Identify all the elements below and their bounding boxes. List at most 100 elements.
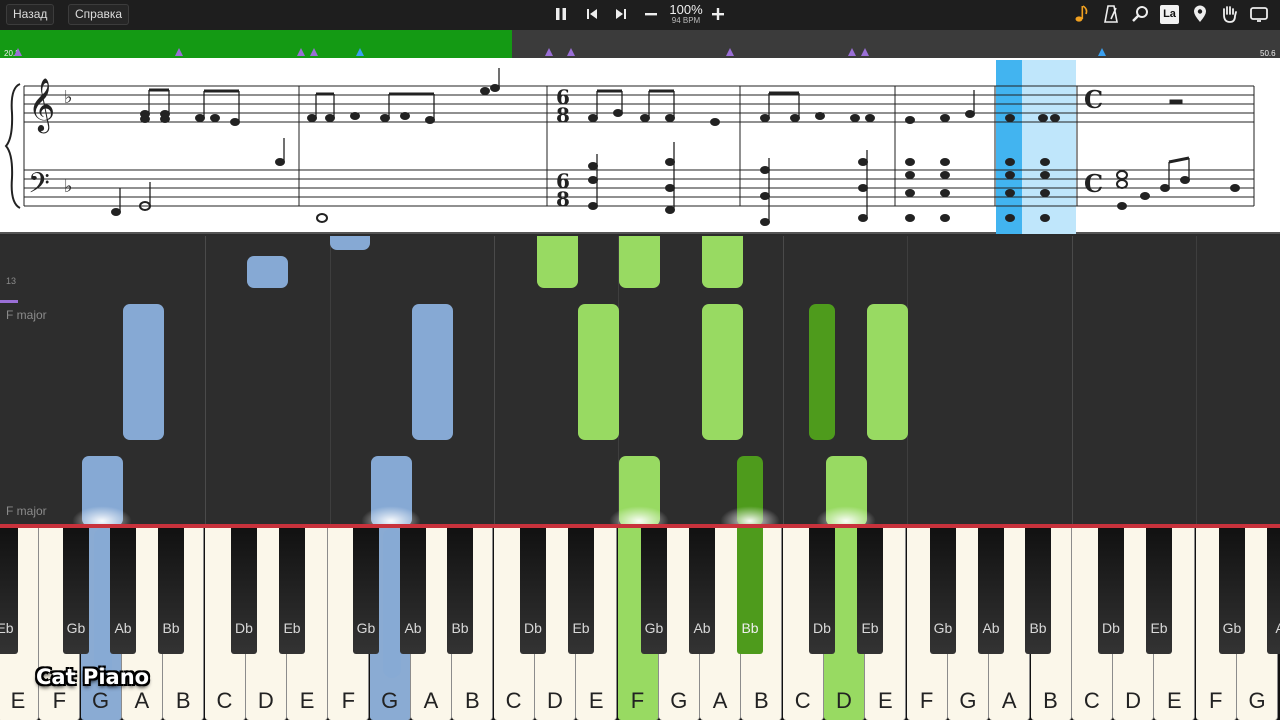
- active-note-beam: [383, 528, 401, 678]
- section-marker[interactable]: [297, 48, 305, 56]
- progress-end-label: 50.6: [1260, 49, 1276, 58]
- tempo-display: 100% 94 BPM: [664, 3, 708, 25]
- key-label: F major: [6, 504, 47, 518]
- white-key-label: G: [670, 688, 688, 713]
- measure-line: [783, 236, 784, 526]
- black-key[interactable]: Bb: [158, 528, 184, 654]
- black-key-label: Ab: [693, 620, 711, 636]
- piano-keyboard[interactable]: EFGABCDEFGABCDEFGABCDEFGABCDEFG Eb Gb Ab Bb…: [0, 528, 1280, 720]
- black-key[interactable]: Eb: [857, 528, 883, 654]
- black-key[interactable]: Bb: [447, 528, 473, 654]
- black-key-label: Gb: [933, 620, 953, 636]
- white-key-label: B: [1043, 688, 1058, 713]
- falling-note: [702, 236, 743, 288]
- la-icon[interactable]: La: [1160, 5, 1179, 24]
- white-key-label: F: [630, 688, 645, 713]
- black-key[interactable]: Ab: [978, 528, 1004, 654]
- section-marker[interactable]: [310, 48, 318, 56]
- metronome-icon[interactable]: [1100, 3, 1122, 25]
- black-key-label: Eb: [283, 620, 301, 636]
- skip-back-icon[interactable]: [581, 3, 603, 25]
- section-marker[interactable]: [567, 48, 575, 56]
- black-key-label: Gb: [644, 620, 664, 636]
- white-key-label: G: [1248, 688, 1266, 713]
- section-marker[interactable]: [356, 48, 364, 56]
- section-marker[interactable]: [848, 48, 856, 56]
- section-marker[interactable]: [545, 48, 553, 56]
- back-button[interactable]: Назад: [6, 4, 55, 25]
- white-key-label: G: [92, 688, 110, 713]
- black-key[interactable]: Ab: [689, 528, 715, 654]
- black-key[interactable]: Db: [231, 528, 257, 654]
- black-key-label: Bb: [451, 620, 469, 636]
- black-key[interactable]: Gb: [641, 528, 667, 654]
- measure-line: [1072, 236, 1073, 526]
- section-marker[interactable]: [861, 48, 869, 56]
- tempo-increase-button[interactable]: [707, 3, 729, 25]
- key-hit-glow: [361, 506, 421, 526]
- white-key-label: B: [175, 688, 191, 713]
- svg-text:♭: ♭: [64, 87, 73, 108]
- black-key[interactable]: Ab: [110, 528, 136, 654]
- black-key[interactable]: Db: [1098, 528, 1124, 654]
- white-key-label: C: [216, 688, 233, 713]
- progress-fill: [0, 30, 512, 58]
- sheet-music: 𝄞 𝄢 ♭ ♭ 6 8 6 8 C C: [0, 58, 1280, 234]
- display-icon[interactable]: [1248, 3, 1270, 25]
- key-hit-glow: [720, 506, 780, 526]
- pause-icon[interactable]: [550, 3, 572, 25]
- progress-bar[interactable]: 20.3 50.6: [0, 30, 1280, 58]
- location-pin-icon[interactable]: [1189, 3, 1211, 25]
- black-key-label: Eb: [0, 620, 14, 636]
- section-marker[interactable]: [726, 48, 734, 56]
- svg-text:C: C: [1084, 85, 1103, 114]
- hand-icon[interactable]: [1218, 3, 1240, 25]
- black-key[interactable]: A: [1267, 528, 1280, 654]
- black-key[interactable]: Eb: [279, 528, 305, 654]
- key-hit-glow: [72, 506, 132, 526]
- black-key[interactable]: Gb: [63, 528, 89, 654]
- section-marker[interactable]: [175, 48, 183, 56]
- black-key-label: A: [1263, 620, 1280, 636]
- skip-forward-icon[interactable]: [610, 3, 632, 25]
- section-marker[interactable]: [14, 48, 22, 56]
- black-key-label: Ab: [114, 620, 132, 636]
- bpm-value: 94 BPM: [671, 16, 701, 25]
- black-key[interactable]: Gb: [353, 528, 379, 654]
- black-key-label: Eb: [572, 620, 590, 636]
- white-key-label: C: [505, 688, 522, 713]
- svg-text:C: C: [1084, 169, 1103, 198]
- black-key[interactable]: Bb: [737, 528, 763, 654]
- measure-line: [205, 236, 206, 526]
- white-key-label: E: [10, 688, 26, 713]
- black-key[interactable]: Gb: [930, 528, 956, 654]
- black-key[interactable]: Eb: [1146, 528, 1172, 654]
- black-key[interactable]: Db: [809, 528, 835, 654]
- white-key-label: D: [1125, 688, 1142, 713]
- search-icon[interactable]: [1130, 3, 1152, 25]
- black-key-label: Eb: [861, 620, 879, 636]
- black-key[interactable]: Eb: [0, 528, 18, 654]
- white-key-label: D: [836, 688, 852, 713]
- white-key-label: E: [588, 688, 604, 713]
- white-key-label: E: [299, 688, 315, 713]
- white-key-label: A: [134, 688, 150, 713]
- help-button[interactable]: Справка: [68, 4, 130, 25]
- white-key-label: B: [464, 688, 480, 713]
- note-icon[interactable]: [1071, 3, 1093, 25]
- tempo-decrease-button[interactable]: [640, 3, 662, 25]
- toolbar: Назад Справка 100% 94 BPM La: [0, 0, 1280, 30]
- svg-text:𝄢: 𝄢: [28, 167, 50, 207]
- black-key[interactable]: Gb: [1219, 528, 1245, 654]
- section-marker[interactable]: [1098, 48, 1106, 56]
- black-key[interactable]: Ab: [400, 528, 426, 654]
- black-key[interactable]: Db: [520, 528, 546, 654]
- measure-line: [494, 236, 495, 526]
- black-key[interactable]: Eb: [568, 528, 594, 654]
- falling-note: [809, 304, 835, 440]
- black-key[interactable]: Bb: [1025, 528, 1051, 654]
- falling-note: [412, 304, 453, 440]
- key-label: F major: [6, 308, 47, 322]
- white-key-label: C: [794, 688, 811, 713]
- white-key-label: A: [1001, 688, 1017, 713]
